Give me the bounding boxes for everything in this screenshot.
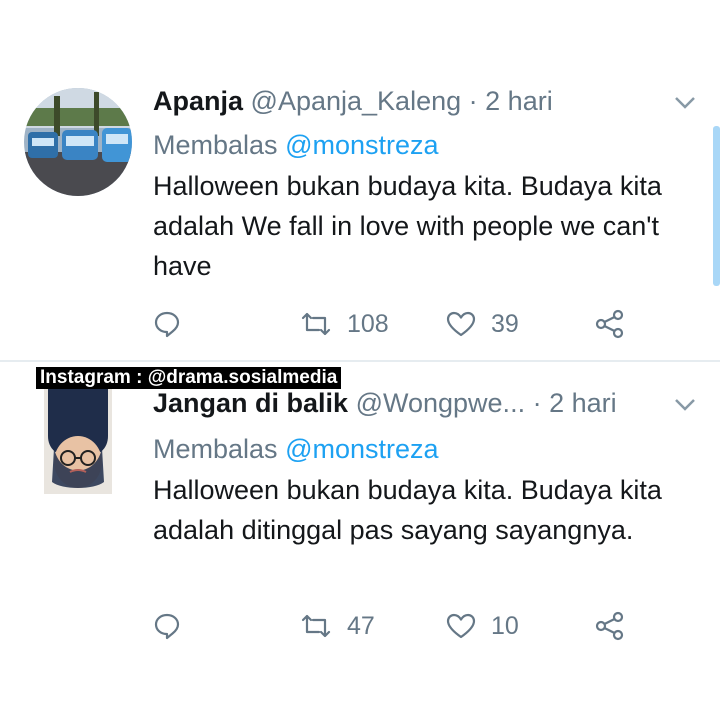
display-name[interactable]: Apanja [153, 86, 243, 116]
separator: · [468, 86, 478, 116]
like-button[interactable]: 10 [445, 606, 519, 646]
display-name[interactable]: Jangan di balik [153, 388, 348, 418]
reply-button[interactable] [153, 606, 181, 646]
retweet-icon [301, 312, 331, 336]
street-photo-avatar [24, 88, 132, 196]
like-button[interactable]: 39 [445, 304, 519, 344]
tweet-actions: 108 39 [153, 304, 633, 344]
chevron-down-icon[interactable] [674, 96, 696, 110]
tweet-text: Halloween bukan budaya kita. Budaya kita… [153, 475, 662, 545]
user-handle[interactable]: @Wongpwe... [356, 388, 526, 418]
retweet-icon [301, 614, 331, 638]
retweet-count: 47 [347, 611, 375, 640]
reply-mention-link[interactable]: @monstreza [285, 130, 438, 160]
retweet-button[interactable]: 108 [299, 304, 389, 344]
reply-prefix: Membalas [153, 130, 278, 160]
upside-down-person-avatar [44, 386, 112, 494]
tweet-actions: 47 10 [153, 606, 633, 646]
avatar[interactable] [44, 386, 112, 494]
user-handle[interactable]: @Apanja_Kaleng [251, 86, 462, 116]
like-icon [446, 311, 476, 337]
share-icon [595, 309, 624, 339]
chevron-down-icon[interactable] [674, 398, 696, 412]
like-count: 10 [491, 611, 519, 640]
tweet-text: Halloween bukan budaya kita. Budaya kita… [153, 171, 662, 281]
timestamp[interactable]: 2 hari [549, 388, 617, 418]
share-button[interactable] [595, 304, 625, 344]
instagram-watermark: Instagram : @drama.sosialmedia [36, 367, 342, 389]
tweet-header: Apanja @Apanja_Kaleng · 2 hari [153, 84, 553, 118]
like-icon [446, 613, 476, 639]
tweet-header: Jangan di balik @Wongpwe... · 2 hari [153, 386, 617, 420]
share-icon [595, 611, 624, 641]
retweet-count: 108 [347, 309, 389, 338]
reply-mention-link[interactable]: @monstreza [285, 434, 438, 464]
tweet[interactable]: Jangan di balik @Wongpwe... · 2 hari Mem… [0, 362, 720, 720]
like-count: 39 [491, 309, 519, 338]
reply-button[interactable] [153, 304, 181, 344]
avatar[interactable] [24, 88, 132, 196]
timestamp[interactable]: 2 hari [485, 86, 553, 116]
separator: · [532, 388, 542, 418]
reply-icon [154, 613, 180, 640]
share-button[interactable] [595, 606, 625, 646]
reply-prefix: Membalas [153, 434, 278, 464]
scrollbar[interactable] [713, 126, 720, 286]
tweet[interactable]: Apanja @Apanja_Kaleng · 2 hari Membalas … [0, 0, 720, 360]
reply-context: Membalas @monstreza [153, 432, 439, 466]
reply-context: Membalas @monstreza [153, 128, 439, 162]
retweet-button[interactable]: 47 [299, 606, 375, 646]
reply-icon [154, 311, 180, 338]
